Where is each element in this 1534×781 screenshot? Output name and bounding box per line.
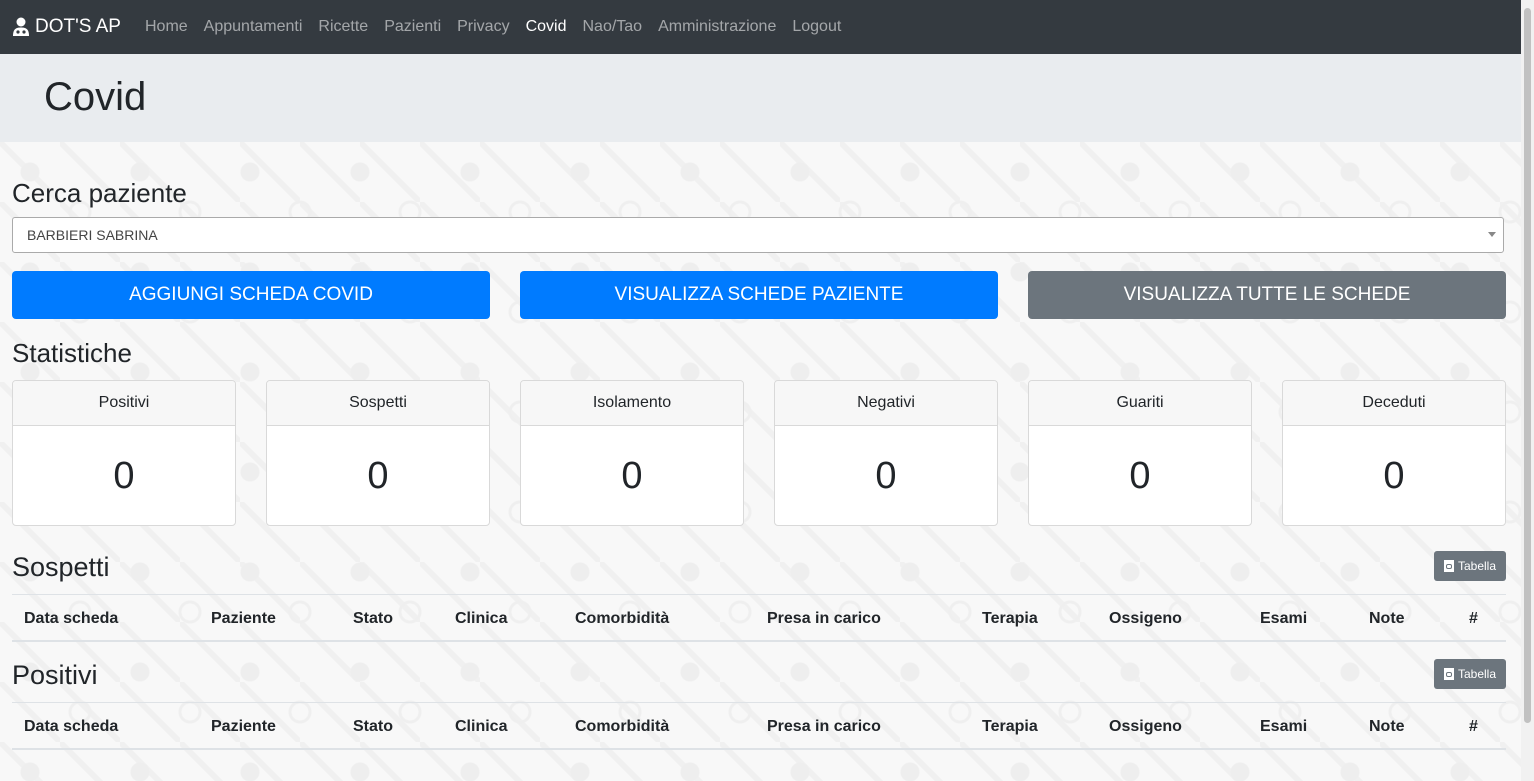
column-header: Ossigeno xyxy=(1109,610,1182,627)
stats-title: Statistiche xyxy=(12,338,132,368)
nav-logout[interactable]: Logout xyxy=(784,18,849,36)
add-covid-card-button[interactable]: AGGIUNGI SCHEDA COVID xyxy=(12,271,490,319)
patient-select-value: BARBIERI SABRINA xyxy=(27,227,158,243)
stat-card-value: 0 xyxy=(113,454,135,497)
stat-card-value: 0 xyxy=(621,454,643,497)
column-header: Terapia xyxy=(982,718,1038,735)
stat-card-value: 0 xyxy=(367,454,389,497)
column-header: Comorbidità xyxy=(575,718,670,735)
column-header: Note xyxy=(1369,610,1405,627)
view-all-cards-button[interactable]: VISUALIZZA TUTTE LE SCHEDE xyxy=(1028,271,1506,319)
stat-card-label: Isolamento xyxy=(521,381,743,426)
pdf-file-icon xyxy=(1443,668,1454,680)
patient-select[interactable]: BARBIERI SABRINA xyxy=(12,217,1504,253)
brand-label: DOT'S AP xyxy=(35,16,121,37)
column-header: Presa in carico xyxy=(767,718,881,735)
stat-card-value: 0 xyxy=(1129,454,1151,497)
column-header: Ossigeno xyxy=(1109,718,1182,735)
column-header: Comorbidità xyxy=(575,610,670,627)
doctor-icon xyxy=(13,17,29,36)
brand[interactable]: DOT'S AP xyxy=(12,16,121,38)
main-content: Cerca paziente BARBIERI SABRINA AGGIUNGI… xyxy=(0,142,1521,781)
column-header: Clinica xyxy=(455,718,508,735)
pdf-button-label: Tabella xyxy=(1457,559,1497,573)
pdf-table-button-sospetti[interactable]: Tabella xyxy=(1434,551,1506,581)
top-navbar: DOT'S AP Home Appuntamenti Ricette Pazie… xyxy=(0,0,1521,54)
scrollbar-thumb[interactable] xyxy=(1524,8,1531,723)
stat-card-label: Negativi xyxy=(775,381,997,426)
pdf-table-button-positivi[interactable]: Tabella xyxy=(1434,659,1506,689)
stat-card-value: 0 xyxy=(875,454,897,497)
stat-card-negativi: Negativi 0 xyxy=(774,380,998,526)
nav-nao-tao[interactable]: Nao/Tao xyxy=(574,18,650,36)
column-header: Paziente xyxy=(211,718,276,735)
column-header: # xyxy=(1469,610,1478,627)
table-header-sospetti: Data scheda Paziente Stato Clinica Comor… xyxy=(12,594,1506,642)
nav-pazienti[interactable]: Pazienti xyxy=(376,18,449,36)
nav-covid[interactable]: Covid xyxy=(518,18,575,36)
search-title: Cerca paziente xyxy=(12,178,187,208)
section-title-sospetti: Sospetti xyxy=(12,552,110,582)
stat-card-isolamento: Isolamento 0 xyxy=(520,380,744,526)
stat-card-label: Sospetti xyxy=(267,381,489,426)
nav-amministrazione[interactable]: Amministrazione xyxy=(650,18,784,36)
nav-appuntamenti[interactable]: Appuntamenti xyxy=(196,18,311,36)
page-title: Covid xyxy=(44,75,147,119)
column-header: Note xyxy=(1369,718,1405,735)
column-header: Paziente xyxy=(211,610,276,627)
pdf-file-icon xyxy=(1443,560,1454,572)
nav-home[interactable]: Home xyxy=(137,18,196,36)
column-header: Stato xyxy=(353,610,393,627)
column-header: Terapia xyxy=(982,610,1038,627)
stat-card-label: Positivi xyxy=(13,381,235,426)
stat-card-positivi: Positivi 0 xyxy=(12,380,236,526)
stat-card-guariti: Guariti 0 xyxy=(1028,380,1252,526)
vertical-scrollbar[interactable] xyxy=(1521,0,1534,781)
stat-card-sospetti: Sospetti 0 xyxy=(266,380,490,526)
column-header: Esami xyxy=(1260,610,1308,627)
nav-privacy[interactable]: Privacy xyxy=(449,18,517,36)
column-header: Data scheda xyxy=(24,718,119,735)
nav-ricette[interactable]: Ricette xyxy=(310,18,376,36)
column-header: # xyxy=(1469,718,1478,735)
column-header: Esami xyxy=(1260,718,1308,735)
pdf-button-label: Tabella xyxy=(1457,667,1497,681)
dropdown-arrow-icon xyxy=(1488,232,1496,237)
column-header: Data scheda xyxy=(24,610,119,627)
page-header: Covid xyxy=(0,54,1521,142)
column-header: Stato xyxy=(353,718,393,735)
column-header: Clinica xyxy=(455,610,508,627)
column-header: Presa in carico xyxy=(767,610,881,627)
stat-card-value: 0 xyxy=(1383,454,1405,497)
table-header-positivi: Data scheda Paziente Stato Clinica Comor… xyxy=(12,702,1506,750)
stat-card-label: Guariti xyxy=(1029,381,1251,426)
section-title-positivi: Positivi xyxy=(12,660,98,690)
view-patient-cards-button[interactable]: VISUALIZZA SCHEDE PAZIENTE xyxy=(520,271,998,319)
stat-card-deceduti: Deceduti 0 xyxy=(1282,380,1506,526)
stat-card-label: Deceduti xyxy=(1283,381,1505,426)
